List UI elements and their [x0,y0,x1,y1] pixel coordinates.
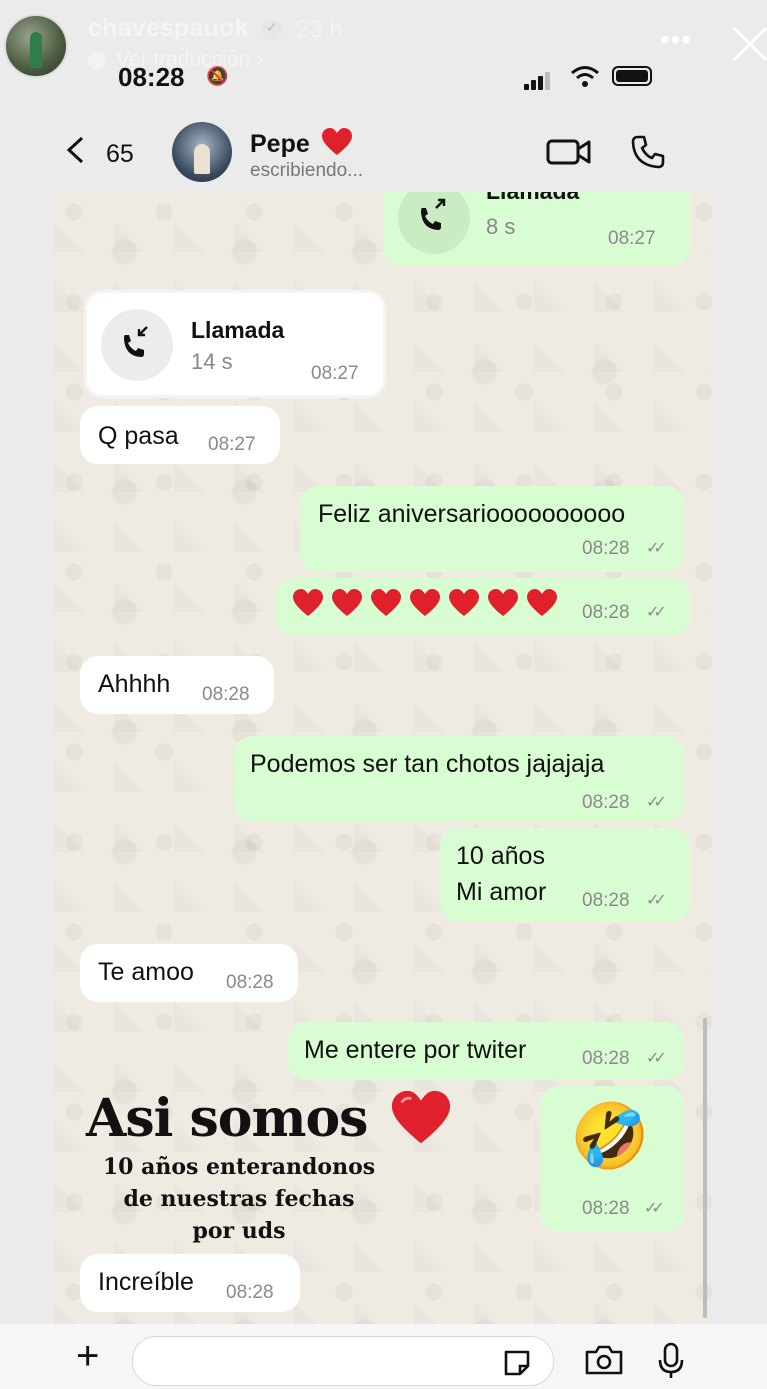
read-ticks-icon: ✓✓ [646,794,667,811]
message-text: Q pasa [98,422,179,450]
attach-plus-icon[interactable]: + [76,1336,99,1376]
sticker-icon[interactable] [502,1348,532,1378]
message-time: 08:28 [202,684,250,705]
message-time: 08:28 [582,1198,630,1219]
heart-icon [488,589,518,616]
message-time: 08:28 [582,1048,630,1069]
scrollbar[interactable] [703,1018,707,1318]
typing-status: escribiendo... [250,160,364,181]
read-ticks-icon: ✓✓ [644,1200,665,1217]
outgoing-message[interactable]: 10 años Mi amor 08:28 ✓✓ [440,828,690,922]
composer-bar: + [0,1324,767,1389]
back-chevron-icon[interactable] [66,136,84,164]
status-time: 08:28 [118,62,185,92]
video-call-icon[interactable] [546,136,592,168]
heart-icon [321,128,352,155]
overlay-line-3: por uds [192,1218,286,1244]
incoming-message[interactable]: Ahhhh 08:28 [80,656,274,714]
message-text: Feliz aniversarioooooooooo [318,500,626,528]
read-ticks-icon: ✓✓ [646,604,667,621]
call-duration: 14 s [191,349,233,374]
unread-count[interactable]: 65 [106,140,134,169]
voice-call-icon[interactable] [630,134,666,170]
message-text: Increíble [98,1268,194,1296]
message-text: Te amoo [98,958,194,986]
outgoing-message[interactable]: 08:28 ✓✓ [276,578,690,636]
heart-icon [391,1090,451,1144]
read-ticks-icon: ✓✓ [646,892,667,909]
message-time: 08:28 [582,792,630,813]
microphone-icon[interactable] [658,1342,684,1380]
call-title: Llamada [486,192,579,205]
message-time: 08:28 [226,972,274,993]
outgoing-message[interactable]: Podemos ser tan chotos jajajaja 08:28 ✓✓ [234,736,684,822]
message-time: 08:28 [582,538,630,559]
more-options-icon[interactable]: ••• [660,24,692,56]
message-time: 08:27 [311,363,359,384]
read-ticks-icon: ✓✓ [646,540,667,557]
story-time-ago: 23 h [296,16,343,43]
rofl-emoji-icon: 🤣 [570,1100,650,1172]
incoming-message[interactable]: Increíble 08:28 [80,1254,300,1312]
message-time: 08:27 [208,434,256,455]
overlay-line-2: de nuestras fechas [123,1186,355,1212]
message-text: Me entere por twiter [304,1036,527,1064]
story-avatar[interactable] [4,14,68,78]
message-time: 08:28 [582,890,630,911]
call-duration: 8 s [486,214,516,239]
contact-avatar[interactable] [172,122,232,182]
outgoing-message[interactable]: Me entere por twiter 08:28 ✓✓ [288,1022,684,1080]
contact-name[interactable]: Pepe [250,128,353,159]
hearts-row [292,588,565,618]
incoming-message[interactable]: Q pasa 08:27 [80,406,280,464]
signal-icon [524,72,552,90]
heart-icon [332,589,362,616]
heart-icon [293,589,323,616]
battery-icon [612,66,652,86]
story-username[interactable]: chavespauok [88,14,249,43]
outgoing-call-icon [398,192,470,254]
outgoing-message[interactable]: 🤣 08:28 ✓✓ [540,1086,684,1232]
heart-icon [527,589,557,616]
incoming-call-bubble[interactable]: Llamada 14 s 08:27 [84,290,386,398]
heart-icon [410,589,440,616]
message-time: 08:28 [582,602,630,623]
story-header: chavespauok 23 h Ver traducción › ••• [0,0,767,120]
translate-icon [88,52,106,70]
incoming-message[interactable]: Te amoo 08:28 [80,944,298,1002]
bell-muted-icon: 🔕 [206,66,229,86]
outgoing-call-bubble[interactable]: Llamada 8 s 08:27 [384,192,690,266]
chat-header: 65 Pepe escribiendo... [54,110,712,192]
wifi-icon [571,66,599,87]
incoming-call-icon [101,309,173,381]
heart-icon [371,589,401,616]
outgoing-message[interactable]: Feliz aniversarioooooooooo 08:28 ✓✓ [300,486,684,572]
message-text: Podemos ser tan chotos jajajaja [250,750,605,778]
close-icon[interactable] [728,22,767,66]
call-title: Llamada [191,317,285,343]
message-input[interactable] [132,1336,554,1386]
message-text-line2: Mi amor [456,878,547,906]
message-text-line1: 10 años [456,842,545,870]
message-time: 08:28 [226,1282,274,1303]
overlay-line-1: 10 años enterandonos [102,1154,376,1180]
camera-icon[interactable] [584,1344,624,1376]
verified-badge-icon [262,19,282,40]
heart-icon [449,589,479,616]
message-time: 08:27 [608,228,656,249]
read-ticks-icon: ✓✓ [646,1050,667,1067]
overlay-title: Asi somos [86,1088,368,1149]
message-text: Ahhhh [98,670,171,698]
